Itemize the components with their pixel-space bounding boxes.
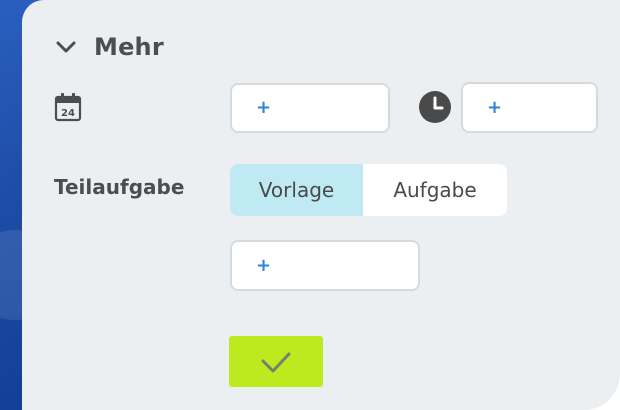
more-section-toggle[interactable]: Mehr [55, 30, 164, 64]
clock-icon [419, 91, 451, 123]
segment-aufgabe[interactable]: Aufgabe [363, 164, 507, 216]
segment-vorlage[interactable]: Vorlage [230, 164, 363, 216]
subtask-input[interactable]: + [230, 240, 420, 291]
time-input[interactable]: + [461, 82, 598, 133]
confirm-button[interactable] [229, 336, 323, 387]
time-add: + [487, 96, 503, 118]
date-input[interactable]: + [230, 83, 390, 133]
calendar-day: 24 [61, 108, 75, 119]
date-add: + [256, 97, 272, 118]
section-title: Mehr [94, 33, 164, 61]
calendar-icon: 24 [54, 93, 82, 122]
subtask-label: Teilaufgabe [54, 175, 185, 199]
chevron-down-icon [56, 41, 76, 53]
subtask-add: + [256, 254, 272, 276]
checkmark-icon [261, 352, 291, 372]
subtask-type-toggle: Vorlage Aufgabe [230, 164, 507, 216]
